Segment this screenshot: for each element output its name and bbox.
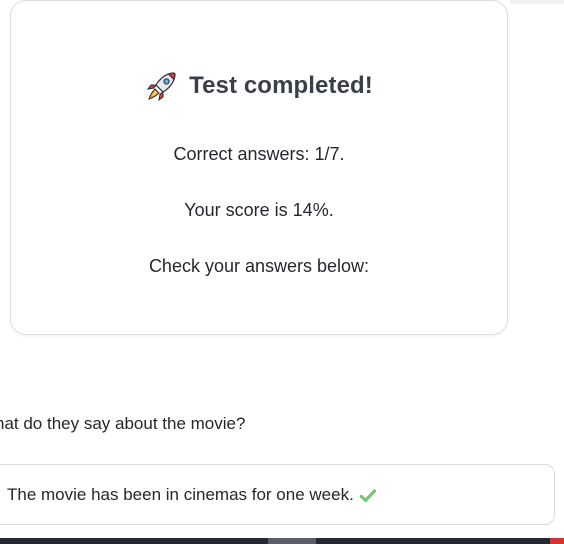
bottom-accent xyxy=(550,538,564,544)
result-title-row: Test completed! xyxy=(11,67,507,105)
rocket-icon xyxy=(145,69,179,103)
bottom-scrollbar[interactable] xyxy=(0,538,564,544)
check-answers-instruction: Check your answers below: xyxy=(148,256,370,276)
test-results-page: Test completed! Correct answers: 1/7. Yo… xyxy=(0,0,564,544)
answer-label: The movie has been in cinemas for one we… xyxy=(7,485,354,504)
score-text: Your score is 14%. xyxy=(184,200,334,220)
result-title: Test completed! xyxy=(189,72,373,99)
question-text: hat do they say about the movie? xyxy=(0,414,246,433)
scrollbar-thumb[interactable] xyxy=(268,538,316,544)
checkmark-icon xyxy=(359,488,376,502)
correct-answers-text: Correct answers: 1/7. xyxy=(173,144,345,164)
top-edge-strip xyxy=(510,0,564,4)
result-card: Test completed! Correct answers: 1/7. Yo… xyxy=(10,0,508,335)
answer-content: The movie has been in cinemas for one we… xyxy=(7,485,376,505)
answer-option[interactable]: The movie has been in cinemas for one we… xyxy=(0,464,555,525)
